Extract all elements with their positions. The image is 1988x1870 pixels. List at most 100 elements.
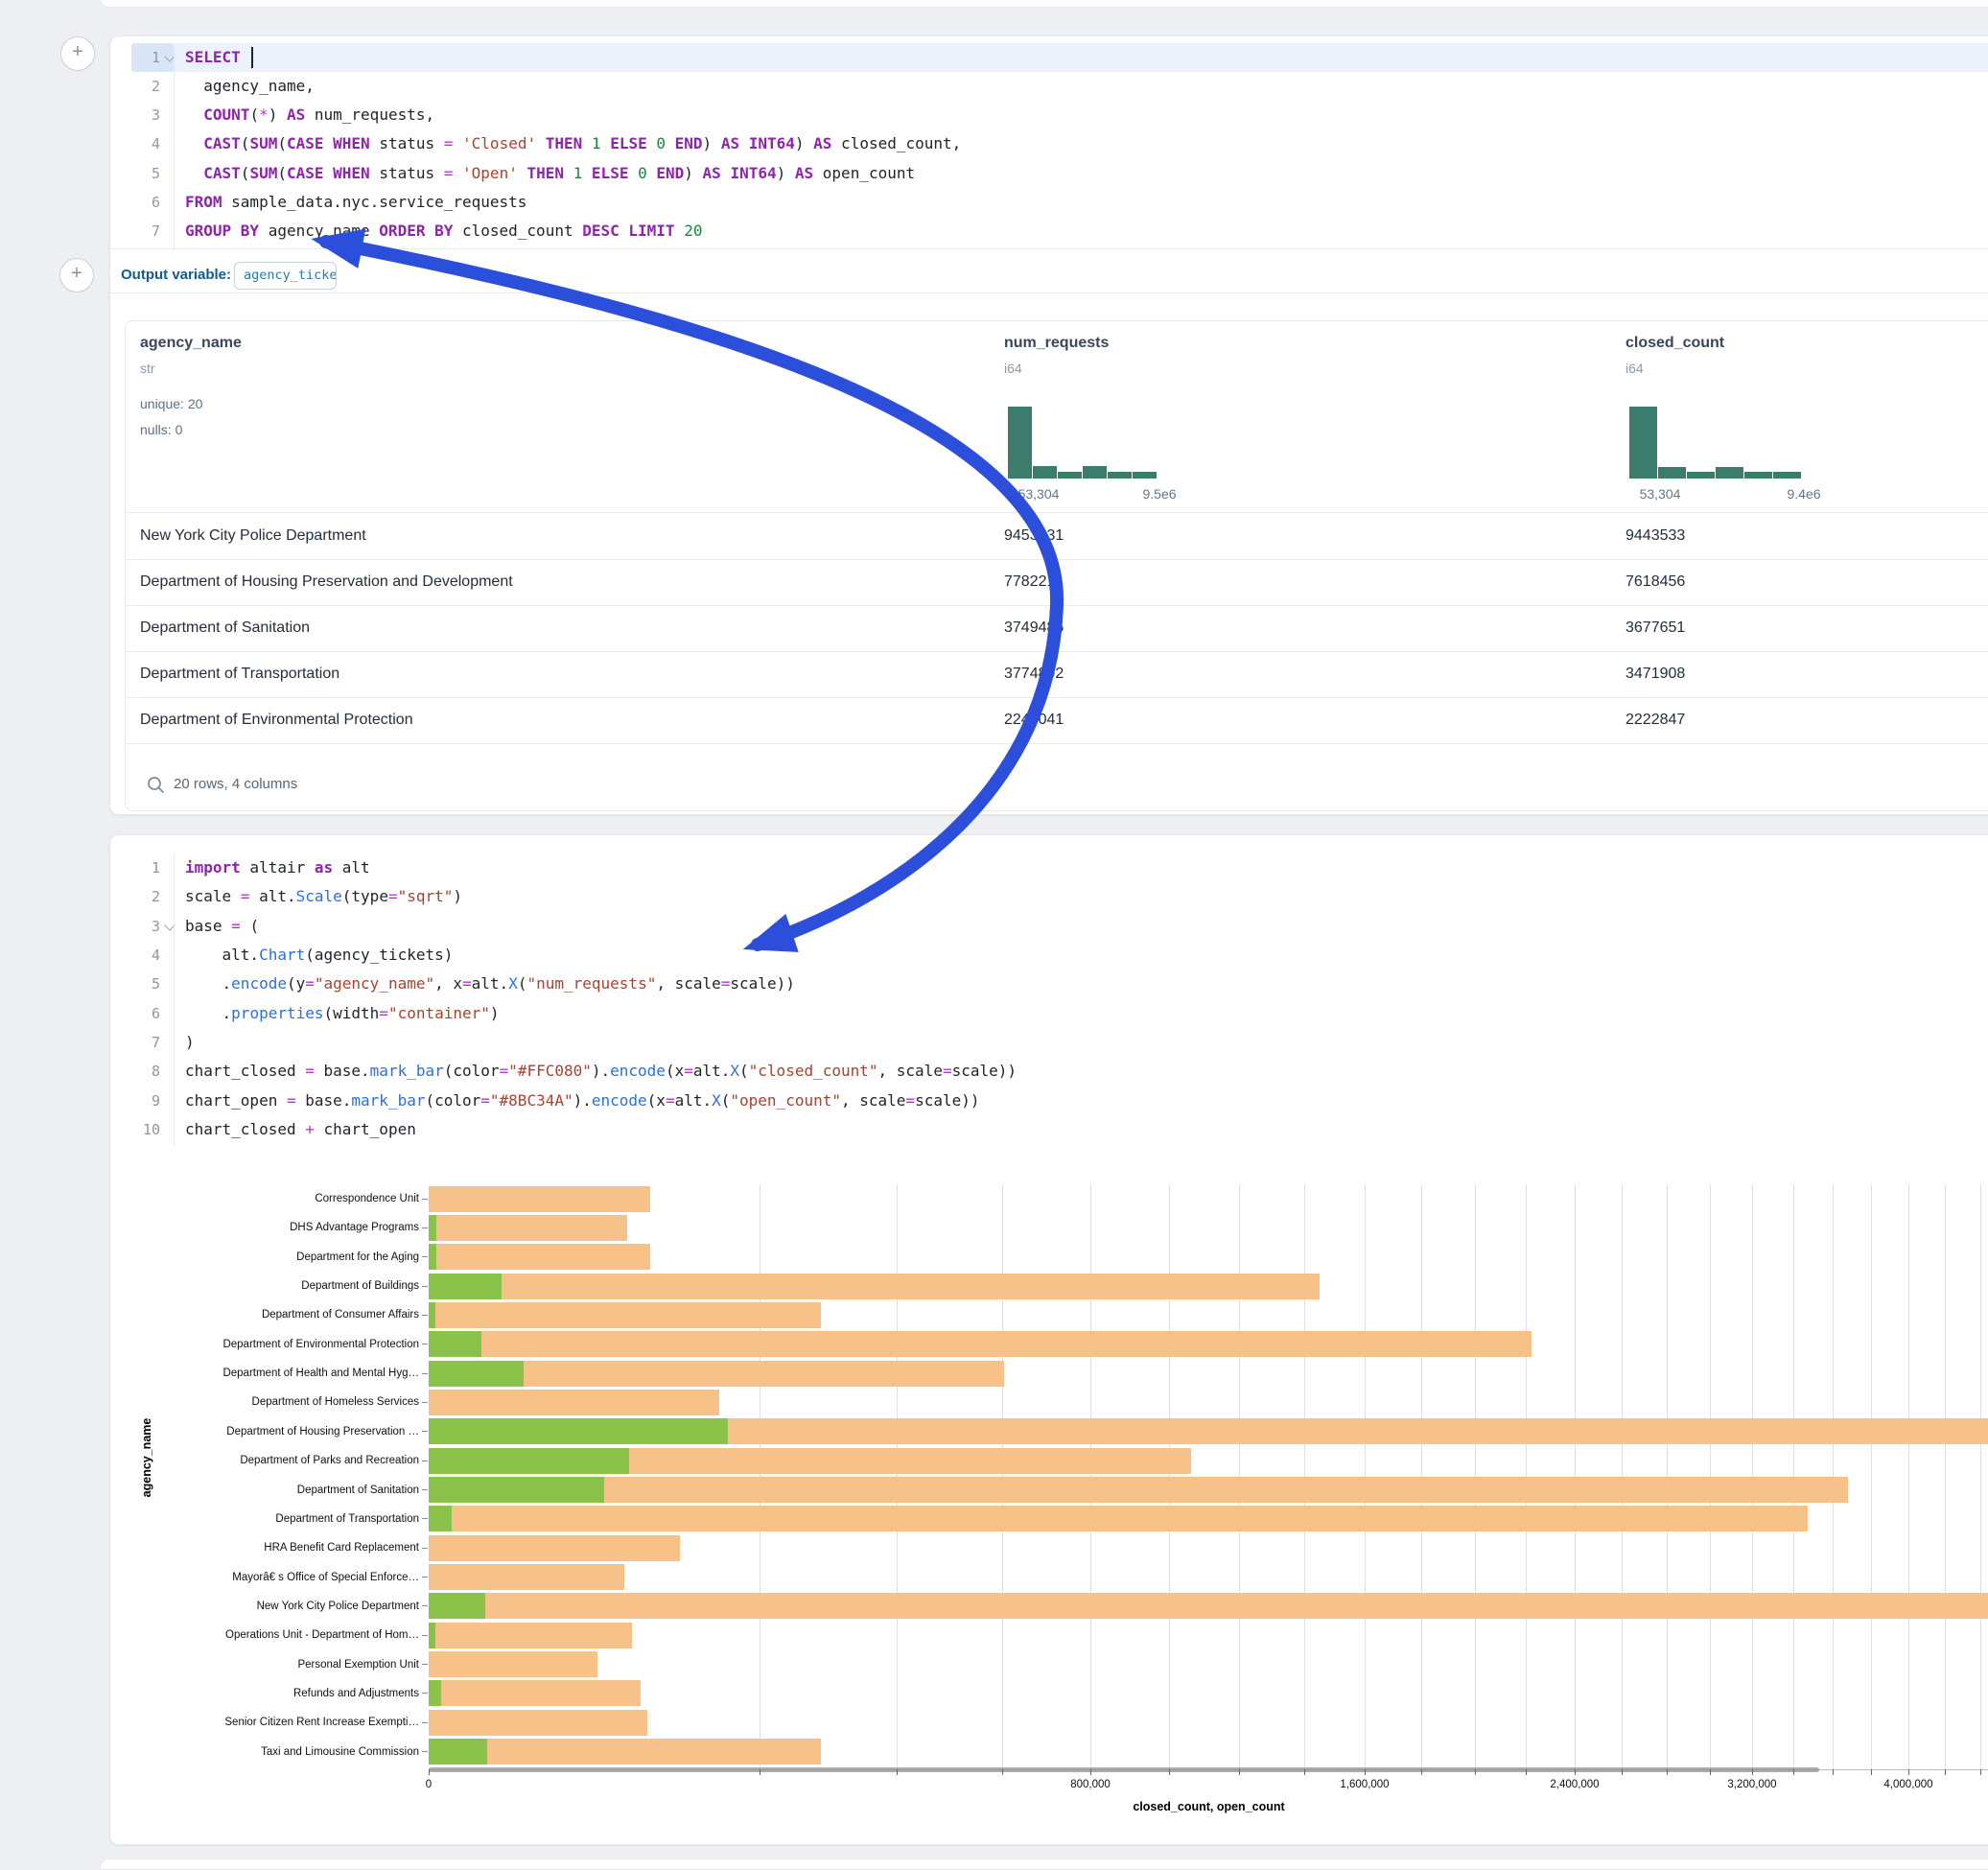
y-axis-tick bbox=[422, 1402, 428, 1403]
closed_count-bar bbox=[429, 1215, 627, 1241]
code-line[interactable]: 5 CAST(SUM(CASE WHEN status = 'Open' THE… bbox=[110, 159, 1988, 188]
line-number: 1 bbox=[110, 43, 160, 72]
closed_count-bar bbox=[429, 1506, 1808, 1531]
code-line[interactable]: 7) bbox=[110, 1028, 1988, 1057]
closed_count-bar bbox=[429, 1244, 650, 1270]
code-text: .encode(y="agency_name", x=alt.X("num_re… bbox=[185, 970, 795, 998]
y-axis-label: Department of Buildings bbox=[110, 1279, 419, 1293]
closed_count-bar bbox=[429, 1186, 650, 1212]
histogram-bar bbox=[1658, 467, 1686, 479]
x-axis-tick bbox=[429, 1769, 430, 1775]
code-line[interactable]: 9chart_open = base.mark_bar(color="#8BC3… bbox=[110, 1087, 1988, 1115]
table-row[interactable]: New York City Police Department945313194… bbox=[126, 513, 1988, 560]
results-table: agency_namestrunique: 20nulls: 0num_requ… bbox=[125, 320, 1988, 811]
y-axis-label: Personal Exemption Unit bbox=[110, 1658, 419, 1671]
code-line[interactable]: 5 .encode(y="agency_name", x=alt.X("num_… bbox=[110, 970, 1988, 998]
column-type: i64 bbox=[1625, 361, 1644, 376]
code-line[interactable]: 1SELECT bbox=[110, 43, 1988, 72]
code-text: CAST(SUM(CASE WHEN status = 'Open' THEN … bbox=[185, 159, 915, 188]
x-axis-tick-label: 1,600,000 bbox=[1340, 1779, 1389, 1790]
column-header[interactable]: closed_count bbox=[1625, 335, 1724, 352]
table-cell: 7618456 bbox=[1625, 559, 1685, 605]
open_count-bar bbox=[429, 1361, 524, 1387]
line-number: 10 bbox=[110, 1115, 160, 1144]
code-text: chart_closed = base.mark_bar(color="#FFC… bbox=[185, 1057, 1017, 1086]
y-axis-tick bbox=[422, 1373, 428, 1374]
x-axis-tick bbox=[1752, 1769, 1753, 1775]
histogram-bar bbox=[1687, 472, 1715, 479]
add-cell-button-top[interactable]: + bbox=[60, 36, 95, 71]
code-text: base = ( bbox=[185, 912, 259, 941]
open_count-bar bbox=[429, 1506, 452, 1531]
code-line[interactable]: 6 .properties(width="container") bbox=[110, 999, 1988, 1028]
y-axis-label: Department of Homeless Services bbox=[110, 1395, 419, 1409]
output-variable-pill[interactable]: agency_tickets bbox=[234, 262, 337, 290]
y-axis-label: Taxi and Limousine Commission bbox=[110, 1745, 419, 1759]
code-line[interactable]: 1import altair as alt bbox=[110, 853, 1988, 882]
closed_count-bar bbox=[429, 1390, 719, 1415]
histogram-min-label: 53,304 bbox=[1640, 486, 1681, 502]
y-axis-tick bbox=[422, 1315, 428, 1316]
y-axis-label: HRA Benefit Card Replacement bbox=[110, 1541, 419, 1554]
y-axis-label: Department of Health and Mental Hyg… bbox=[110, 1367, 419, 1380]
x-axis-tick-label: 2,400,000 bbox=[1550, 1779, 1599, 1790]
table-row[interactable]: Department of Transportation377489234719… bbox=[126, 651, 1988, 698]
table-cell: 3677651 bbox=[1625, 605, 1685, 651]
code-line[interactable]: 4 alt.Chart(agency_tickets) bbox=[110, 941, 1988, 970]
code-line[interactable]: 7GROUP BY agency_name ORDER BY closed_co… bbox=[110, 217, 1988, 245]
histogram-bar bbox=[1108, 472, 1132, 479]
y-axis-tick bbox=[422, 1489, 428, 1490]
x-axis-tick bbox=[1526, 1769, 1527, 1775]
closed_count-bar bbox=[429, 1477, 1848, 1503]
column-header[interactable]: num_requests bbox=[1004, 335, 1109, 352]
x-axis-tick bbox=[1002, 1769, 1003, 1775]
code-line[interactable]: 8chart_closed = base.mark_bar(color="#FF… bbox=[110, 1057, 1988, 1086]
column-header[interactable]: agency_name bbox=[140, 335, 242, 352]
table-cell: Department of Transportation bbox=[140, 651, 339, 697]
y-axis-label: Correspondence Unit bbox=[110, 1192, 419, 1205]
python-editor[interactable]: 1import altair as alt2scale = alt.Scale(… bbox=[110, 853, 1988, 1145]
x-axis-tick-label: 0 bbox=[426, 1779, 432, 1790]
previous-cell-edge bbox=[100, 0, 1988, 8]
row-count-text: 20 rows, 4 columns bbox=[174, 776, 297, 792]
closed_count-bar bbox=[429, 1739, 821, 1765]
code-line[interactable]: 2scale = alt.Scale(type="sqrt") bbox=[110, 882, 1988, 911]
table-cell: New York City Police Department bbox=[140, 513, 366, 559]
open_count-bar bbox=[429, 1623, 435, 1648]
table-row[interactable]: Department of Housing Preservation and D… bbox=[126, 559, 1988, 606]
y-axis-tick bbox=[422, 1693, 428, 1694]
code-line[interactable]: 3 base = ( bbox=[110, 912, 1988, 941]
closed_count-bar bbox=[429, 1274, 1320, 1299]
table-row[interactable]: Department of Environmental Protection22… bbox=[126, 697, 1988, 744]
y-axis-tick bbox=[422, 1577, 428, 1578]
add-cell-button-output[interactable]: + bbox=[59, 258, 94, 292]
table-cell: 7782211 bbox=[1004, 559, 1063, 605]
sql-editor[interactable]: 1SELECT 2 agency_name,3 COUNT(*) AS num_… bbox=[110, 43, 1988, 248]
line-number: 3 bbox=[110, 912, 160, 941]
table-cell: Department of Sanitation bbox=[140, 605, 310, 651]
search-icon[interactable] bbox=[147, 776, 165, 794]
code-text: CAST(SUM(CASE WHEN status = 'Closed' THE… bbox=[185, 129, 961, 158]
code-line[interactable]: 3 COUNT(*) AS num_requests, bbox=[110, 101, 1988, 129]
table-row[interactable]: Department of Sanitation37494853677651 bbox=[126, 605, 1988, 652]
table-cell: 9453131 bbox=[1004, 513, 1064, 559]
closed_count-bar bbox=[429, 1680, 641, 1706]
histogram-bar bbox=[1744, 472, 1772, 479]
code-line[interactable]: 4 CAST(SUM(CASE WHEN status = 'Closed' T… bbox=[110, 129, 1988, 158]
open_count-bar bbox=[429, 1448, 629, 1474]
gutter-separator bbox=[174, 853, 175, 1145]
open_count-bar bbox=[429, 1680, 441, 1706]
code-text: COUNT(*) AS num_requests, bbox=[185, 101, 434, 129]
x-axis-tick bbox=[1980, 1769, 1981, 1775]
histogram-bar bbox=[1629, 407, 1657, 479]
code-line[interactable]: 6FROM sample_data.nyc.service_requests bbox=[110, 188, 1988, 217]
y-axis-label: Department for the Aging bbox=[110, 1251, 419, 1264]
code-line[interactable]: 10chart_closed + chart_open bbox=[110, 1115, 1988, 1144]
code-line[interactable]: 2 agency_name, bbox=[110, 72, 1988, 101]
open_count-bar bbox=[429, 1593, 485, 1619]
chart-plot-area bbox=[429, 1184, 1988, 1769]
y-axis-label: Senior Citizen Rent Increase Exempti… bbox=[110, 1716, 419, 1729]
output-section-divider bbox=[110, 292, 1988, 293]
histogram-bar bbox=[1008, 407, 1032, 479]
y-axis-tick bbox=[422, 1548, 428, 1549]
